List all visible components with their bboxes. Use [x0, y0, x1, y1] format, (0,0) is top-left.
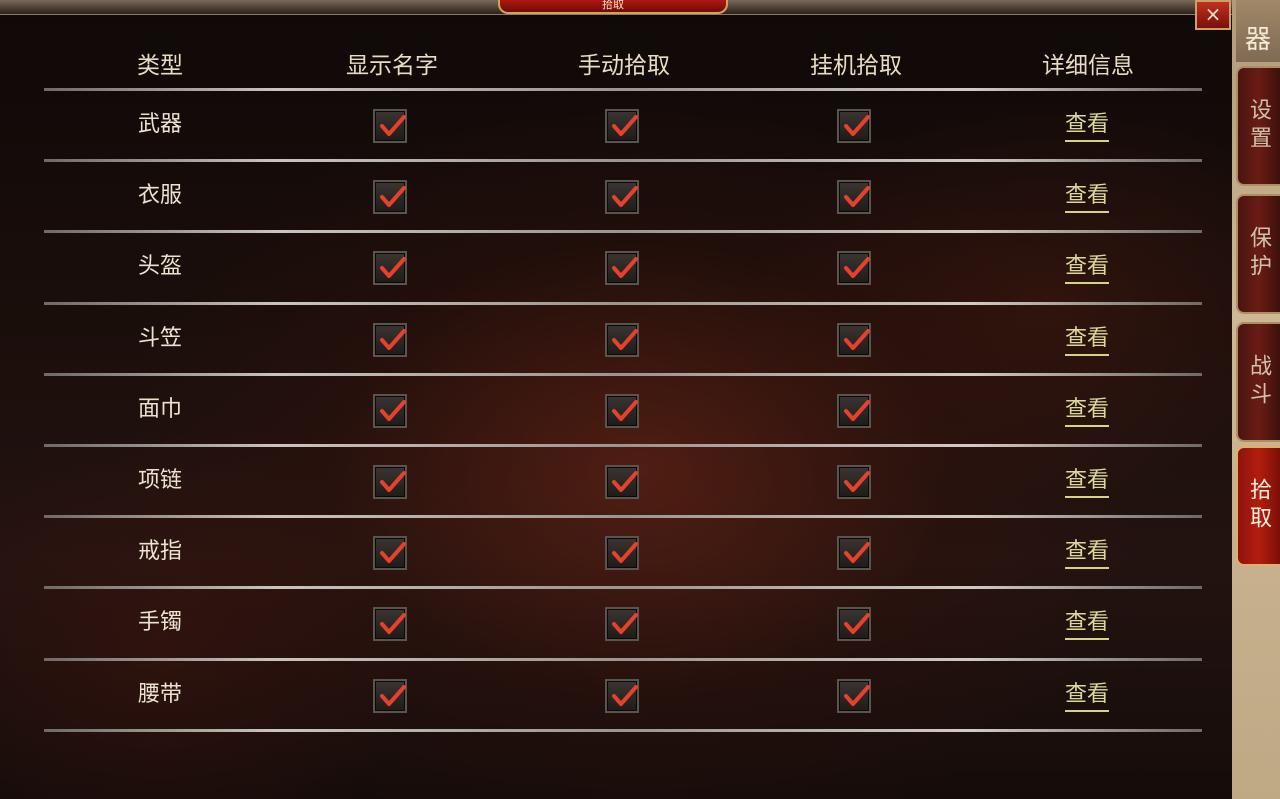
- view-detail-link[interactable]: 查看: [1037, 90, 1137, 160]
- show-name-checkbox[interactable]: [373, 322, 407, 357]
- manual-pick-checkbox[interactable]: [605, 322, 639, 357]
- view-detail-label: 查看: [1064, 681, 1109, 712]
- view-detail-label: 查看: [1064, 112, 1109, 142]
- cell-type: 戒指: [137, 539, 182, 565]
- view-detail-link[interactable]: 查看: [1037, 304, 1137, 374]
- show-name-checkbox[interactable]: [373, 465, 407, 499]
- table-divider: [44, 728, 1202, 732]
- auto-pick-checkbox[interactable]: [837, 678, 871, 713]
- auto-pick-checkbox[interactable]: [837, 322, 871, 357]
- sidebar-tab-label: 战斗: [1246, 354, 1271, 410]
- auto-pick-checkbox[interactable]: [837, 109, 871, 143]
- view-detail-label: 查看: [1064, 254, 1109, 285]
- manual-pick-checkbox[interactable]: [605, 180, 639, 215]
- manual-pick-checkbox[interactable]: [605, 536, 639, 571]
- view-detail-link[interactable]: 查看: [1037, 660, 1137, 730]
- cell-type: 项链: [137, 468, 182, 493]
- view-detail-label: 查看: [1064, 468, 1109, 498]
- cell-type: 手镯: [137, 610, 182, 636]
- sidebar-tab-3[interactable]: 拾取: [1236, 446, 1280, 566]
- view-detail-label: 查看: [1064, 539, 1109, 570]
- sidebar-tab-2[interactable]: 战斗: [1236, 322, 1280, 442]
- column-header-detail: 详细信息: [1042, 53, 1134, 79]
- sidebar-tab-label: 保护: [1246, 226, 1271, 282]
- manual-pick-checkbox[interactable]: [605, 678, 639, 713]
- auto-pick-checkbox[interactable]: [837, 536, 871, 571]
- manual-pick-checkbox[interactable]: [605, 251, 639, 286]
- view-detail-label: 查看: [1064, 396, 1109, 427]
- view-detail-link[interactable]: 查看: [1037, 375, 1137, 445]
- view-detail-link[interactable]: 查看: [1037, 517, 1137, 587]
- show-name-checkbox[interactable]: [373, 678, 407, 713]
- auto-pick-checkbox[interactable]: [837, 465, 871, 499]
- view-detail-link[interactable]: 查看: [1037, 446, 1137, 516]
- view-detail-link[interactable]: 查看: [1037, 161, 1137, 231]
- sidebar-tab-label: 设置: [1246, 98, 1271, 154]
- column-header-type: 类型: [137, 53, 183, 79]
- cell-type: 面巾: [137, 396, 182, 422]
- manual-pick-checkbox[interactable]: [605, 393, 639, 428]
- manual-pick-checkbox[interactable]: [605, 607, 639, 642]
- cell-type: 斗笠: [137, 325, 182, 351]
- view-detail-link[interactable]: 查看: [1037, 232, 1137, 302]
- show-name-checkbox[interactable]: [373, 393, 407, 428]
- cell-type: 头盔: [137, 254, 182, 280]
- show-name-checkbox[interactable]: [373, 536, 407, 571]
- cell-type: 武器: [137, 112, 182, 137]
- sidebar-tab-0[interactable]: 设置: [1236, 66, 1280, 186]
- show-name-checkbox[interactable]: [373, 607, 407, 642]
- view-detail-label: 查看: [1064, 325, 1109, 356]
- show-name-checkbox[interactable]: [373, 251, 407, 286]
- auto-pick-checkbox[interactable]: [837, 393, 871, 428]
- column-header-manual-pick: 手动拾取: [578, 53, 670, 79]
- manual-pick-checkbox[interactable]: [605, 109, 639, 143]
- view-detail-label: 查看: [1064, 183, 1109, 214]
- panel-title: 拾取: [498, 0, 728, 14]
- auto-pick-checkbox[interactable]: [837, 180, 871, 215]
- manual-pick-checkbox[interactable]: [605, 465, 639, 499]
- sidebar-tab-partial[interactable]: 器: [1236, 0, 1280, 62]
- show-name-checkbox[interactable]: [373, 109, 407, 143]
- column-header-show-name: 显示名字: [346, 53, 438, 79]
- column-header-auto-pick: 挂机拾取: [810, 53, 902, 79]
- view-detail-label: 查看: [1064, 610, 1109, 641]
- close-button[interactable]: ×: [1195, 0, 1231, 30]
- cell-type: 衣服: [137, 183, 182, 209]
- auto-pick-checkbox[interactable]: [837, 251, 871, 286]
- sidebar-tab-label: 拾取: [1246, 478, 1271, 534]
- auto-pick-checkbox[interactable]: [837, 607, 871, 642]
- view-detail-link[interactable]: 查看: [1037, 588, 1137, 658]
- show-name-checkbox[interactable]: [373, 180, 407, 215]
- cell-type: 腰带: [137, 681, 182, 707]
- sidebar-tab-1[interactable]: 保护: [1236, 194, 1280, 314]
